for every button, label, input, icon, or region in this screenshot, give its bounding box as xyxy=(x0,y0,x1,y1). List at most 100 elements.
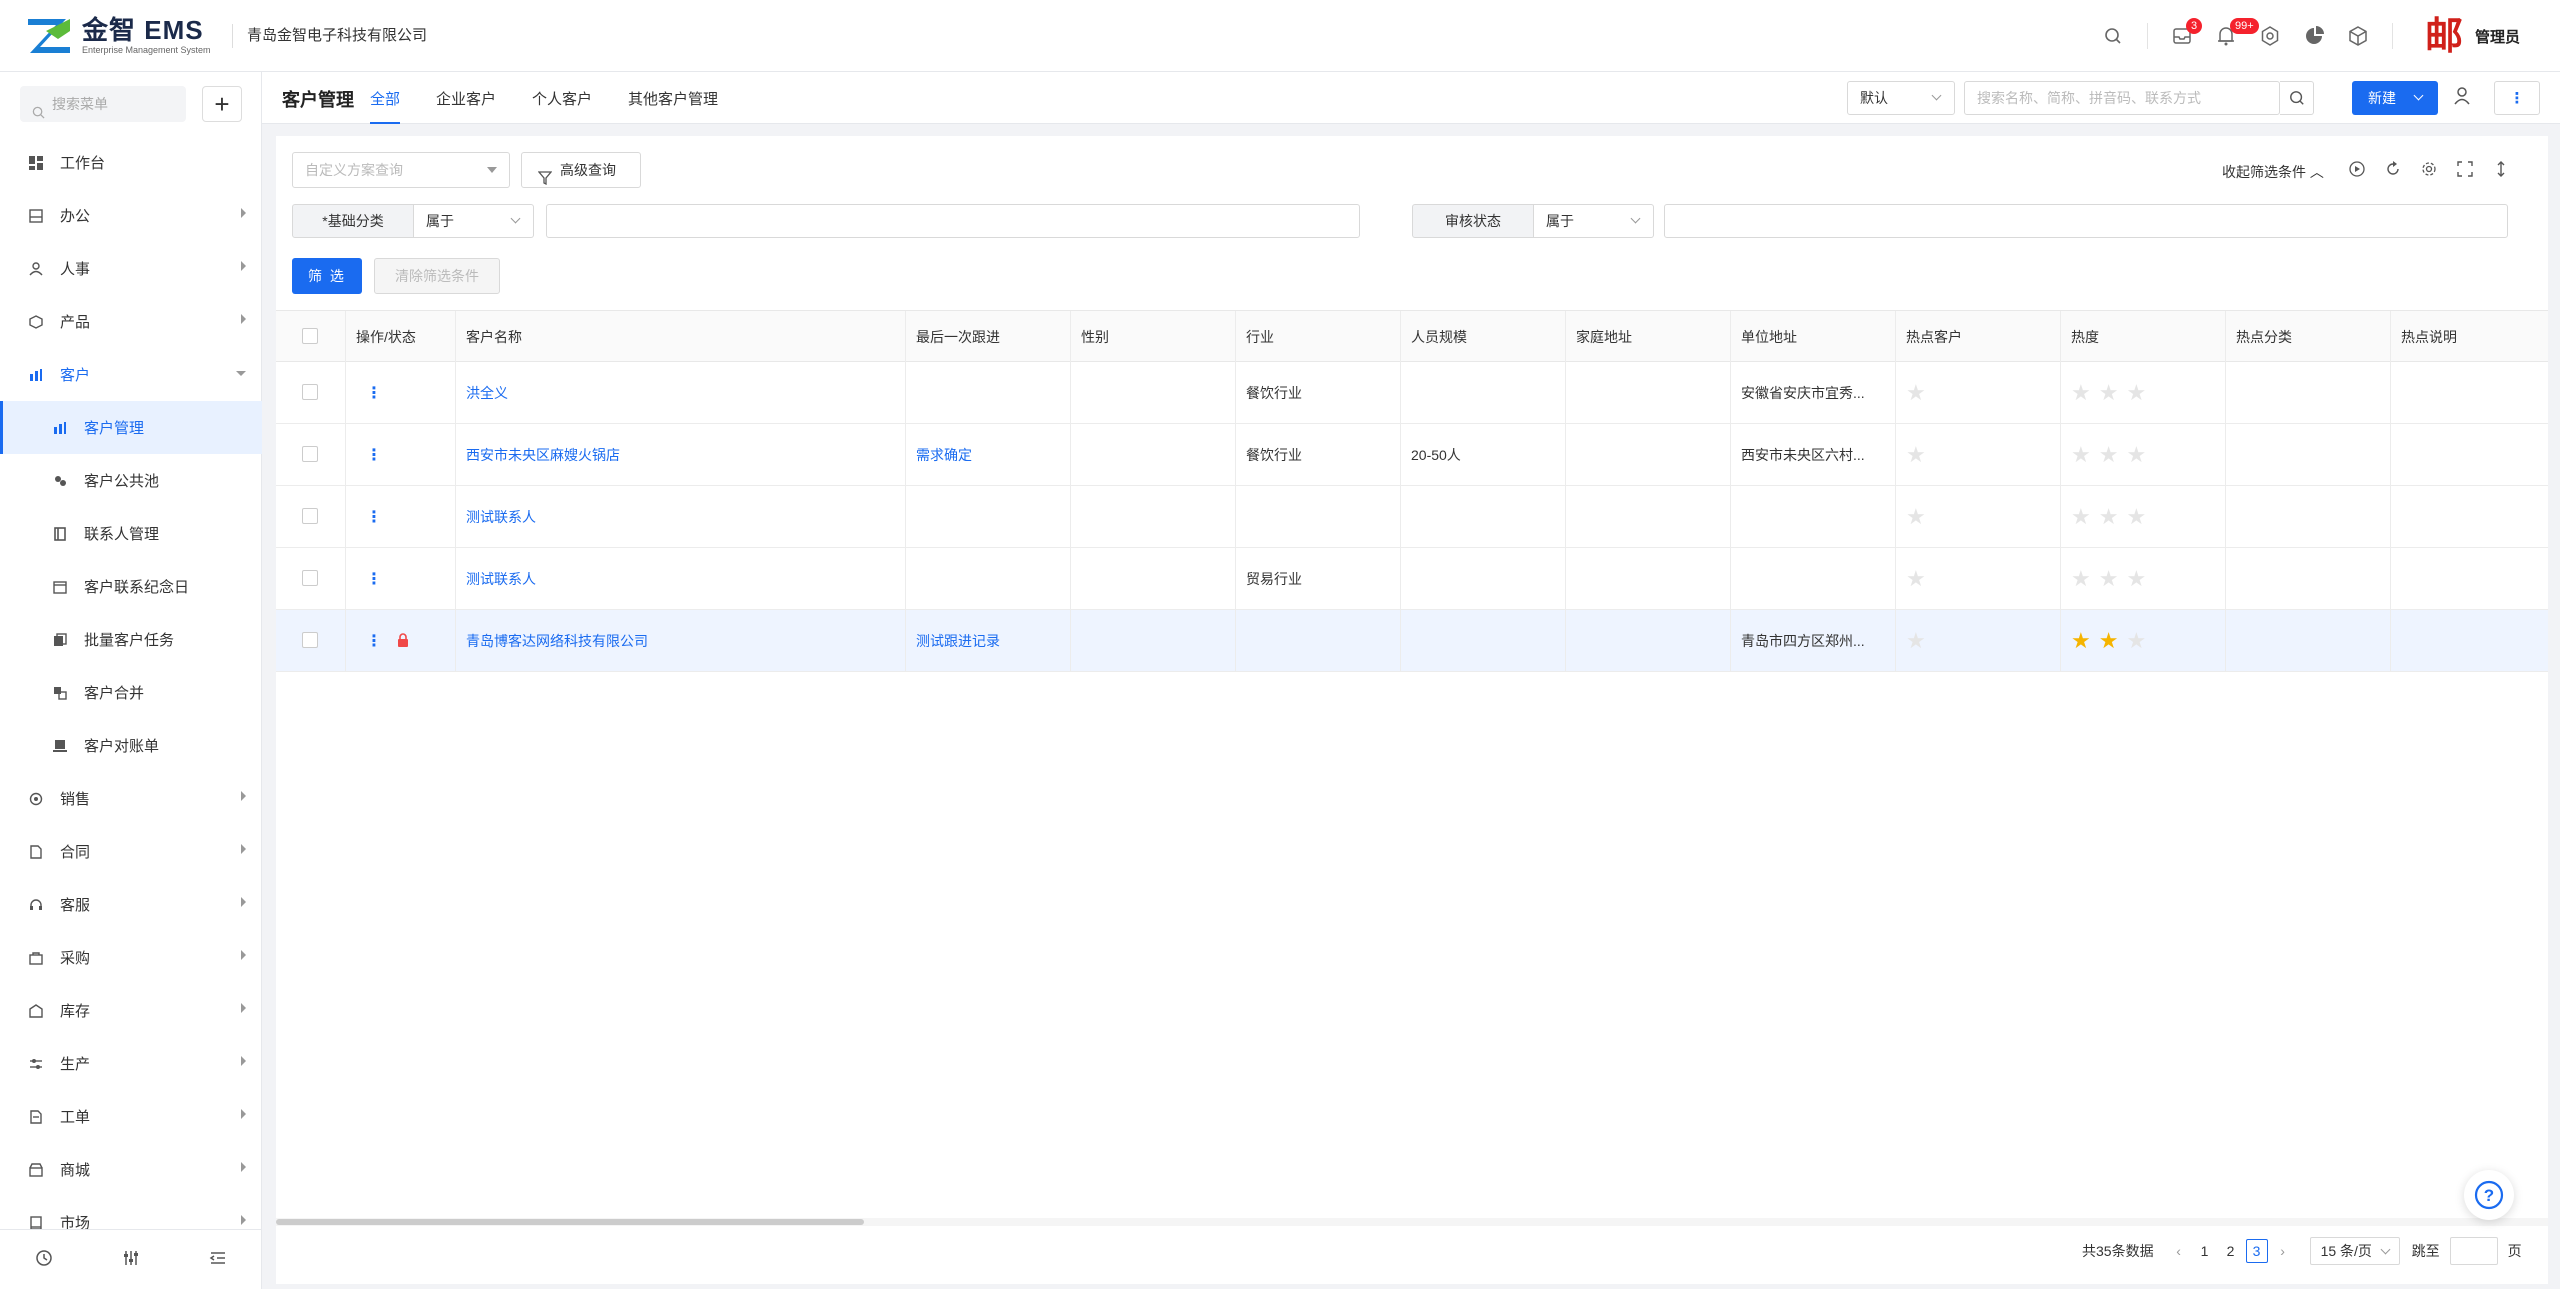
sidebar-item-customer[interactable]: 客户 xyxy=(0,348,262,401)
row-more-icon[interactable]: ⋮ xyxy=(366,633,382,650)
fullscreen-icon[interactable] xyxy=(2454,158,2476,180)
sliders-icon[interactable] xyxy=(122,1249,140,1271)
hot-star-icon[interactable]: ★ xyxy=(1906,548,1926,610)
table-row[interactable]: ⋮ 青岛博客达网络科技有限公司 测试跟进记录 青岛市四方区郑州... ★ ★ ★ ★ xyxy=(276,610,2548,672)
heat-star-icon[interactable]: ★ xyxy=(2099,424,2119,486)
table-row[interactable]: ⋮ 测试联系人 ★ ★ ★ ★ xyxy=(276,486,2548,548)
sidebar-item-purchase[interactable]: 采购 xyxy=(0,931,262,984)
sidebar-item-workorder[interactable]: 工单 xyxy=(0,1090,262,1143)
heat-star-icon[interactable]: ★ xyxy=(2071,362,2091,424)
hot-star-icon[interactable]: ★ xyxy=(1906,424,1926,486)
sidebar-item-mall[interactable]: 商城 xyxy=(0,1143,262,1196)
table-row[interactable]: ⋮ 测试联系人 贸易行业 ★ ★ ★ ★ xyxy=(276,548,2548,610)
sidebar-item-hr[interactable]: 人事 xyxy=(0,242,262,295)
sidebar-item-batch-tasks[interactable]: 批量客户任务 xyxy=(0,613,262,666)
sidebar-item-customer-management[interactable]: 客户管理 xyxy=(0,401,262,454)
filter-value-category[interactable] xyxy=(546,204,1360,238)
heat-star-icon[interactable]: ★ xyxy=(2126,486,2146,548)
table-row[interactable]: ⋮ 西安市未央区麻嫂火锅店 需求确定 餐饮行业 20-50人 西安市未央区六村... ★ ★ ★… xyxy=(276,424,2548,486)
heat-star-icon[interactable]: ★ xyxy=(2099,548,2119,610)
user-filter-icon[interactable] xyxy=(2452,86,2476,110)
history-icon[interactable] xyxy=(35,1249,53,1271)
search-icon[interactable] xyxy=(2091,14,2135,58)
sidebar-item-statement[interactable]: 客户对账单 xyxy=(0,719,262,772)
new-button[interactable]: 新建 xyxy=(2352,81,2438,115)
cube-icon[interactable] xyxy=(2336,14,2380,58)
heat-star-icon[interactable]: ★ xyxy=(2126,548,2146,610)
col-staff-size[interactable]: 人员规模 xyxy=(1401,311,1566,363)
settings-icon[interactable] xyxy=(2418,158,2440,180)
row-checkbox[interactable] xyxy=(302,446,318,462)
hot-star-icon[interactable]: ★ xyxy=(1906,362,1926,424)
col-industry[interactable]: 行业 xyxy=(1236,311,1401,363)
pie-chart-icon[interactable] xyxy=(2292,14,2336,58)
select-all-checkbox[interactable] xyxy=(302,328,318,344)
row-more-icon[interactable]: ⋮ xyxy=(366,447,382,464)
col-last-follow[interactable]: 最后一次跟进 xyxy=(906,311,1071,363)
row-checkbox[interactable] xyxy=(302,570,318,586)
col-home-address[interactable]: 家庭地址 xyxy=(1566,311,1731,363)
cell-name[interactable]: 测试联系人 xyxy=(466,571,536,587)
col-heat[interactable]: 热度 xyxy=(2061,311,2226,363)
row-more-icon[interactable]: ⋮ xyxy=(366,571,382,588)
tab-personal[interactable]: 个人客户 xyxy=(532,88,592,124)
menu-search-input[interactable]: 搜索菜单 xyxy=(20,86,186,122)
cell-name[interactable]: 测试联系人 xyxy=(466,509,536,525)
sidebar-item-merge[interactable]: 客户合并 xyxy=(0,666,262,719)
filter-value-audit-status[interactable] xyxy=(1664,204,2508,238)
cell-follow[interactable]: 需求确定 xyxy=(916,447,972,463)
heat-star-icon[interactable]: ★ xyxy=(2126,362,2146,424)
cell-name[interactable]: 青岛博客达网络科技有限公司 xyxy=(466,633,648,649)
prev-page-icon[interactable]: ‹ xyxy=(2168,1243,2190,1259)
app-logo[interactable]: 金智 EMS Enterprise Management System xyxy=(26,16,211,56)
heat-star-icon[interactable]: ★ xyxy=(2071,424,2091,486)
customer-search-input[interactable]: 搜索名称、简称、拼音码、联系方式 xyxy=(1964,81,2280,115)
page-2[interactable]: 2 xyxy=(2220,1243,2242,1259)
view-select[interactable]: 默认 xyxy=(1847,81,1955,115)
row-more-icon[interactable]: ⋮ xyxy=(366,385,382,402)
col-hot-category[interactable]: 热点分类 xyxy=(2226,311,2391,363)
refresh-icon[interactable] xyxy=(2382,158,2404,180)
row-checkbox[interactable] xyxy=(302,632,318,648)
heat-star-icon[interactable]: ★ xyxy=(2071,610,2091,672)
tab-other[interactable]: 其他客户管理 xyxy=(628,88,718,124)
filter-op-audit-status[interactable]: 属于 xyxy=(1534,204,1654,238)
row-checkbox[interactable] xyxy=(302,384,318,400)
sidebar-item-production[interactable]: 生产 xyxy=(0,1037,262,1090)
user-menu[interactable]: 邮 管理员 xyxy=(2425,16,2520,56)
sidebar-item-product[interactable]: 产品 xyxy=(0,295,262,348)
hot-star-icon[interactable]: ★ xyxy=(1906,486,1926,548)
filter-op-category[interactable]: 属于 xyxy=(414,204,534,238)
tab-all[interactable]: 全部 xyxy=(370,88,401,124)
horizontal-scrollbar[interactable] xyxy=(276,1218,2548,1226)
hot-star-icon[interactable]: ★ xyxy=(1906,610,1926,672)
tab-enterprise[interactable]: 企业客户 xyxy=(436,88,496,124)
sidebar-item-contacts[interactable]: 联系人管理 xyxy=(0,507,262,560)
jump-page-input[interactable] xyxy=(2449,1237,2498,1265)
sidebar-item-contract[interactable]: 合同 xyxy=(0,825,262,878)
heat-star-icon[interactable]: ★ xyxy=(2099,362,2119,424)
collapse-menu-icon[interactable] xyxy=(209,1249,227,1271)
heat-star-icon[interactable]: ★ xyxy=(2126,424,2146,486)
inbox-icon[interactable]: 3 xyxy=(2160,14,2204,58)
sidebar-item-sales[interactable]: 销售 xyxy=(0,772,262,825)
sidebar-item-service[interactable]: 客服 xyxy=(0,878,262,931)
col-hot-customer[interactable]: 热点客户 xyxy=(1896,311,2061,363)
play-icon[interactable] xyxy=(2346,158,2368,180)
next-page-icon[interactable]: › xyxy=(2272,1243,2294,1259)
heat-star-icon[interactable]: ★ xyxy=(2099,486,2119,548)
collapse-filters-button[interactable]: 收起筛选条件 ︿ xyxy=(2222,162,2324,182)
row-checkbox[interactable] xyxy=(302,508,318,524)
add-menu-button[interactable]: + xyxy=(202,86,242,122)
gear-icon[interactable] xyxy=(2248,14,2292,58)
row-height-icon[interactable] xyxy=(2490,158,2512,180)
table-row[interactable]: ⋮ 洪全义 餐饮行业 安徽省安庆市宜秀... ★ ★ ★ ★ xyxy=(276,362,2548,424)
filter-button[interactable]: 筛 选 xyxy=(292,258,362,294)
search-button[interactable] xyxy=(2280,81,2314,115)
page-size-select[interactable]: 15 条/页 xyxy=(2309,1237,2400,1265)
more-icon[interactable]: ⋮ xyxy=(2494,81,2540,115)
col-gender[interactable]: 性别 xyxy=(1071,311,1236,363)
col-customer-name[interactable]: 客户名称 xyxy=(456,311,906,363)
row-more-icon[interactable]: ⋮ xyxy=(366,509,382,526)
col-actions[interactable]: 操作/状态 xyxy=(346,311,456,363)
